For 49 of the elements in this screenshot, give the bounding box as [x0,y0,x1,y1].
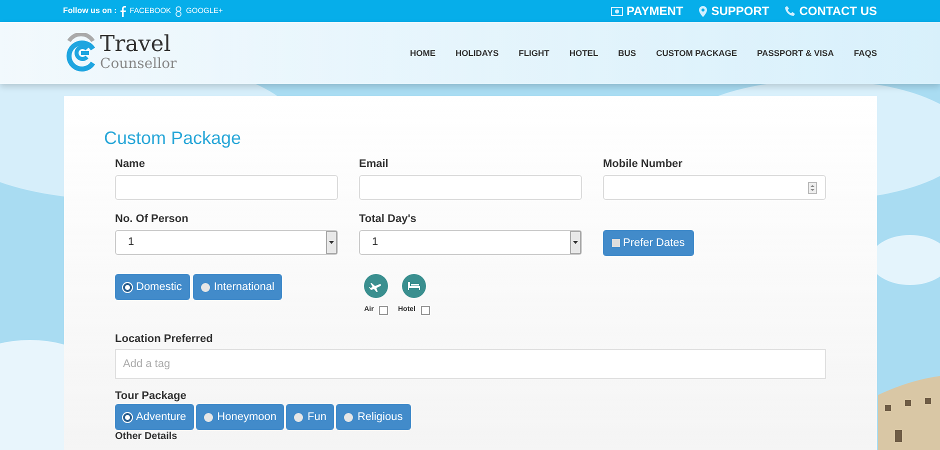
checkbox[interactable] [420,306,430,315]
spinner-icon [808,182,817,194]
select-value: 1 [127,235,136,250]
phone-icon [785,6,796,16]
field-label: Total Day's [359,212,418,226]
checkbox[interactable] [612,239,620,247]
follow-label: Follow us on : [63,5,117,17]
tour-package-option[interactable]: Honeymoon [196,404,284,430]
logo-subtitle: Counsellor [100,56,177,72]
field-label: Location Preferred [115,332,214,346]
location-pin-icon [699,6,708,16]
nav-link[interactable]: PASSPORT & VISA [757,46,834,60]
field-label: Mobile Number [603,157,684,171]
top-link[interactable]: SUPPORT [699,2,770,20]
field-label: Email [359,157,390,171]
nav-link[interactable]: HOTEL [569,46,598,60]
text-field[interactable] [115,175,338,200]
select-value: 1 [371,235,380,250]
prefer-dates-button[interactable]: Prefer Dates [603,230,694,256]
page-title: Custom Package [104,127,242,149]
nav-link[interactable]: CUSTOM PACKAGE [656,46,738,60]
select-field[interactable]: 1 [115,230,338,255]
top-link[interactable]: PAYMENT [610,2,684,20]
select-field[interactable]: 1 [359,230,582,255]
banknote-icon [610,6,623,16]
tour-package-option[interactable]: Adventure [115,404,194,430]
nav-link[interactable]: FLIGHT [518,46,550,60]
field-label: No. Of Person [115,212,190,226]
trip-type-option[interactable]: Domestic [115,274,190,300]
text-field[interactable] [359,175,582,200]
logo-title: Travel [100,34,172,56]
checkbox[interactable] [378,306,388,315]
airplane-icon [364,274,388,298]
nav-link[interactable]: HOME [410,46,436,60]
tag-input[interactable]: Add a tag [115,349,826,379]
field-label: Name [115,157,146,171]
top-link[interactable]: CONTACT US [785,2,877,20]
bed-icon [402,274,426,298]
field-label: Other Details [115,431,178,442]
nav-link[interactable]: BUS [618,46,636,60]
facebook-icon [120,6,126,16]
trip-type-option[interactable]: International [192,274,282,300]
nav-link[interactable]: FAQS [854,46,877,60]
tour-package-option[interactable]: Religious [336,404,411,430]
nav-link[interactable]: HOLIDAYS [455,46,499,60]
google-icon [175,6,182,16]
field-label: Tour Package [115,389,188,403]
tour-package-option[interactable]: Fun [286,404,334,430]
number-field[interactable] [603,175,826,200]
